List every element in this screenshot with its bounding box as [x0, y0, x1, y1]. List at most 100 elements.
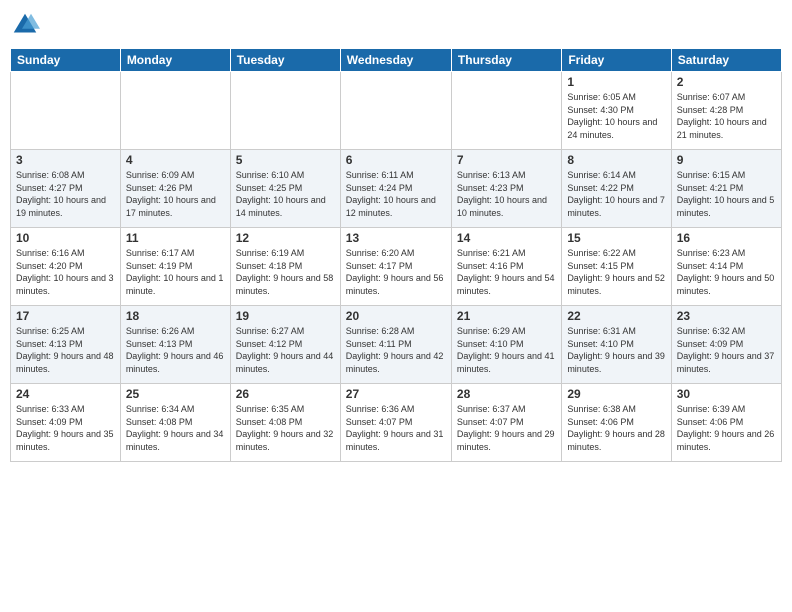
day-info: Sunrise: 6:32 AM Sunset: 4:09 PM Dayligh… [677, 325, 776, 375]
day-number: 3 [16, 153, 115, 167]
calendar-cell: 28 Sunrise: 6:37 AM Sunset: 4:07 PM Dayli… [451, 384, 561, 462]
calendar-cell: 16 Sunrise: 6:23 AM Sunset: 4:14 PM Dayli… [671, 228, 781, 306]
calendar-cell: 20 Sunrise: 6:28 AM Sunset: 4:11 PM Dayli… [340, 306, 451, 384]
day-info: Sunrise: 6:25 AM Sunset: 4:13 PM Dayligh… [16, 325, 115, 375]
calendar-cell: 9 Sunrise: 6:15 AM Sunset: 4:21 PM Daylig… [671, 150, 781, 228]
day-number: 10 [16, 231, 115, 245]
col-thursday: Thursday [451, 49, 561, 72]
calendar-cell: 2 Sunrise: 6:07 AM Sunset: 4:28 PM Daylig… [671, 72, 781, 150]
day-number: 27 [346, 387, 446, 401]
day-info: Sunrise: 6:07 AM Sunset: 4:28 PM Dayligh… [677, 91, 776, 141]
day-number: 14 [457, 231, 556, 245]
day-number: 28 [457, 387, 556, 401]
calendar-cell: 11 Sunrise: 6:17 AM Sunset: 4:19 PM Dayli… [120, 228, 230, 306]
day-info: Sunrise: 6:19 AM Sunset: 4:18 PM Dayligh… [236, 247, 335, 297]
calendar-cell: 14Sunrise: 6:21 AM Sunset: 4:16 PM Dayli… [451, 228, 561, 306]
calendar-cell: 27 Sunrise: 6:36 AM Sunset: 4:07 PM Dayli… [340, 384, 451, 462]
day-info: Sunrise: 6:35 AM Sunset: 4:08 PM Dayligh… [236, 403, 335, 453]
calendar-cell: 17 Sunrise: 6:25 AM Sunset: 4:13 PM Dayli… [11, 306, 121, 384]
calendar-cell: 23 Sunrise: 6:32 AM Sunset: 4:09 PM Dayli… [671, 306, 781, 384]
day-number: 25 [126, 387, 225, 401]
calendar-cell [11, 72, 121, 150]
page: Sunday Monday Tuesday Wednesday Thursday… [0, 0, 792, 612]
calendar-cell: 25Sunrise: 6:34 AM Sunset: 4:08 PM Dayli… [120, 384, 230, 462]
col-monday: Monday [120, 49, 230, 72]
day-number: 20 [346, 309, 446, 323]
calendar-cell [230, 72, 340, 150]
day-info: Sunrise: 6:05 AM Sunset: 4:30 PM Dayligh… [567, 91, 665, 141]
day-info: Sunrise: 6:23 AM Sunset: 4:14 PM Dayligh… [677, 247, 776, 297]
day-info: Sunrise: 6:29 AM Sunset: 4:10 PM Dayligh… [457, 325, 556, 375]
day-info: Sunrise: 6:31 AM Sunset: 4:10 PM Dayligh… [567, 325, 665, 375]
day-number: 17 [16, 309, 115, 323]
calendar-cell: 21 Sunrise: 6:29 AM Sunset: 4:10 PM Dayli… [451, 306, 561, 384]
day-number: 12 [236, 231, 335, 245]
calendar-cell [120, 72, 230, 150]
logo-icon [10, 10, 40, 40]
calendar-cell [451, 72, 561, 150]
day-info: Sunrise: 6:36 AM Sunset: 4:07 PM Dayligh… [346, 403, 446, 453]
calendar-week-row: 3 Sunrise: 6:08 AM Sunset: 4:27 PM Daylig… [11, 150, 782, 228]
calendar-cell: 13Sunrise: 6:20 AM Sunset: 4:17 PM Dayli… [340, 228, 451, 306]
calendar-cell: 18Sunrise: 6:26 AM Sunset: 4:13 PM Dayli… [120, 306, 230, 384]
calendar-cell: 12 Sunrise: 6:19 AM Sunset: 4:18 PM Dayli… [230, 228, 340, 306]
day-number: 4 [126, 153, 225, 167]
day-number: 7 [457, 153, 556, 167]
calendar-cell: 30Sunrise: 6:39 AM Sunset: 4:06 PM Dayli… [671, 384, 781, 462]
day-info: Sunrise: 6:14 AM Sunset: 4:22 PM Dayligh… [567, 169, 665, 219]
day-number: 19 [236, 309, 335, 323]
day-info: Sunrise: 6:38 AM Sunset: 4:06 PM Dayligh… [567, 403, 665, 453]
calendar-cell: 26 Sunrise: 6:35 AM Sunset: 4:08 PM Dayli… [230, 384, 340, 462]
day-info: Sunrise: 6:13 AM Sunset: 4:23 PM Dayligh… [457, 169, 556, 219]
logo [10, 10, 44, 40]
day-info: Sunrise: 6:28 AM Sunset: 4:11 PM Dayligh… [346, 325, 446, 375]
day-info: Sunrise: 6:17 AM Sunset: 4:19 PM Dayligh… [126, 247, 225, 297]
day-number: 9 [677, 153, 776, 167]
day-number: 5 [236, 153, 335, 167]
day-number: 11 [126, 231, 225, 245]
day-info: Sunrise: 6:08 AM Sunset: 4:27 PM Dayligh… [16, 169, 115, 219]
col-sunday: Sunday [11, 49, 121, 72]
calendar-cell: 1 Sunrise: 6:05 AM Sunset: 4:30 PM Daylig… [562, 72, 671, 150]
day-number: 21 [457, 309, 556, 323]
calendar-table: Sunday Monday Tuesday Wednesday Thursday… [10, 48, 782, 462]
header [10, 10, 782, 40]
day-info: Sunrise: 6:11 AM Sunset: 4:24 PM Dayligh… [346, 169, 446, 219]
col-saturday: Saturday [671, 49, 781, 72]
day-number: 18 [126, 309, 225, 323]
day-number: 6 [346, 153, 446, 167]
calendar-cell [340, 72, 451, 150]
day-info: Sunrise: 6:16 AM Sunset: 4:20 PM Dayligh… [16, 247, 115, 297]
day-info: Sunrise: 6:22 AM Sunset: 4:15 PM Dayligh… [567, 247, 665, 297]
calendar-week-row: 1 Sunrise: 6:05 AM Sunset: 4:30 PM Daylig… [11, 72, 782, 150]
calendar-cell: 22Sunrise: 6:31 AM Sunset: 4:10 PM Dayli… [562, 306, 671, 384]
calendar-cell: 29 Sunrise: 6:38 AM Sunset: 4:06 PM Dayli… [562, 384, 671, 462]
day-number: 16 [677, 231, 776, 245]
day-number: 2 [677, 75, 776, 89]
day-info: Sunrise: 6:10 AM Sunset: 4:25 PM Dayligh… [236, 169, 335, 219]
day-number: 29 [567, 387, 665, 401]
calendar-week-row: 17 Sunrise: 6:25 AM Sunset: 4:13 PM Dayli… [11, 306, 782, 384]
day-info: Sunrise: 6:09 AM Sunset: 4:26 PM Dayligh… [126, 169, 225, 219]
day-number: 23 [677, 309, 776, 323]
day-number: 1 [567, 75, 665, 89]
day-info: Sunrise: 6:37 AM Sunset: 4:07 PM Dayligh… [457, 403, 556, 453]
calendar-week-row: 10 Sunrise: 6:16 AM Sunset: 4:20 PM Dayli… [11, 228, 782, 306]
day-info: Sunrise: 6:27 AM Sunset: 4:12 PM Dayligh… [236, 325, 335, 375]
calendar-cell: 6 Sunrise: 6:11 AM Sunset: 4:24 PM Daylig… [340, 150, 451, 228]
day-info: Sunrise: 6:33 AM Sunset: 4:09 PM Dayligh… [16, 403, 115, 453]
day-number: 24 [16, 387, 115, 401]
day-number: 26 [236, 387, 335, 401]
calendar-week-row: 24 Sunrise: 6:33 AM Sunset: 4:09 PM Dayli… [11, 384, 782, 462]
day-number: 30 [677, 387, 776, 401]
day-number: 8 [567, 153, 665, 167]
day-number: 13 [346, 231, 446, 245]
calendar-cell: 24 Sunrise: 6:33 AM Sunset: 4:09 PM Dayli… [11, 384, 121, 462]
calendar-cell: 10 Sunrise: 6:16 AM Sunset: 4:20 PM Dayli… [11, 228, 121, 306]
calendar-cell: 8 Sunrise: 6:14 AM Sunset: 4:22 PM Daylig… [562, 150, 671, 228]
day-info: Sunrise: 6:15 AM Sunset: 4:21 PM Dayligh… [677, 169, 776, 219]
calendar-cell: 3 Sunrise: 6:08 AM Sunset: 4:27 PM Daylig… [11, 150, 121, 228]
col-friday: Friday [562, 49, 671, 72]
calendar-cell: 19 Sunrise: 6:27 AM Sunset: 4:12 PM Dayli… [230, 306, 340, 384]
calendar-cell: 5 Sunrise: 6:10 AM Sunset: 4:25 PM Daylig… [230, 150, 340, 228]
